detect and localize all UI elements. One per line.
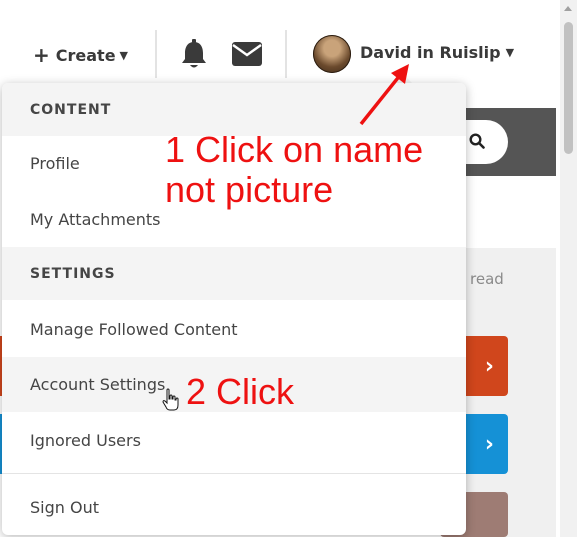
menu-divider — [2, 473, 466, 474]
bell-icon[interactable] — [180, 38, 208, 70]
caret-down-icon: ▼ — [505, 46, 515, 59]
chevron-right-icon: › — [484, 431, 494, 457]
envelope-icon[interactable] — [231, 41, 263, 67]
avatar[interactable] — [313, 35, 351, 73]
create-label: Create — [55, 45, 116, 65]
divider — [285, 30, 287, 78]
scroll-thumb[interactable] — [564, 22, 573, 154]
vertical-scrollbar[interactable] — [560, 0, 577, 537]
hand-pointer-cursor-icon — [162, 388, 179, 411]
divider — [155, 30, 157, 78]
annotation-arrow-icon — [359, 64, 409, 126]
menu-item-manage-followed-content[interactable]: Manage Followed Content — [2, 302, 466, 357]
annotation-step1-line1: 1 Click on name — [165, 129, 424, 170]
caret-down-icon: ▼ — [119, 48, 129, 62]
annotation-step2: 2 Click — [186, 371, 295, 412]
menu-item-sign-out[interactable]: Sign Out — [2, 480, 466, 535]
annotation-step1-line2: not picture — [165, 169, 334, 210]
section-header-settings: SETTINGS — [2, 247, 466, 300]
menu-item-ignored-users[interactable]: Ignored Users — [2, 413, 466, 468]
chevron-right-icon: › — [484, 353, 494, 379]
search-icon — [469, 133, 485, 149]
create-button[interactable]: + Create ▼ — [33, 42, 128, 68]
plus-icon: + — [33, 43, 50, 67]
read-label: read — [470, 270, 504, 288]
scroll-up-arrow-icon[interactable] — [564, 6, 572, 11]
